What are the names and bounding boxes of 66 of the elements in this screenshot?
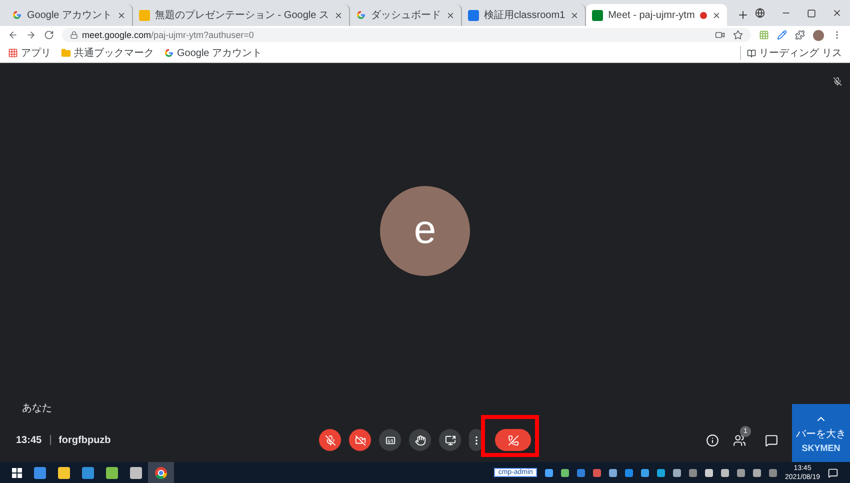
- bookmark-link[interactable]: アプリ: [8, 46, 51, 60]
- captions-icon: [384, 434, 396, 446]
- microphone-off-icon: [324, 434, 336, 446]
- phone-icon: [508, 434, 518, 446]
- browser-tab[interactable]: Meet - paj-ujmr-ytm: [586, 4, 727, 26]
- new-tab-icon[interactable]: [736, 9, 749, 21]
- pencil-icon[interactable]: [777, 30, 787, 40]
- meeting-code: forgfbpuzb: [58, 434, 111, 446]
- participant-avatar: e: [380, 186, 470, 276]
- info-icon: [706, 434, 719, 446]
- notification-icon[interactable]: [828, 468, 838, 478]
- close-icon[interactable]: [832, 8, 842, 18]
- slides-icon: [139, 10, 150, 20]
- close-icon[interactable]: [334, 10, 343, 20]
- meeting-time: 13:45: [16, 434, 42, 446]
- app-icon[interactable]: [106, 466, 118, 478]
- google-icon: [164, 48, 174, 58]
- star-icon[interactable]: [733, 30, 743, 40]
- present-button[interactable]: [439, 429, 461, 451]
- app-icon[interactable]: [34, 466, 46, 478]
- avatar-icon[interactable]: [813, 30, 824, 40]
- app-icon[interactable]: [58, 466, 70, 478]
- mic-off-icon: [833, 77, 842, 86]
- lock-icon: [70, 31, 78, 39]
- hand-icon: [414, 434, 426, 446]
- chat-button[interactable]: [765, 434, 778, 446]
- camera-off-icon: [354, 434, 366, 446]
- app-icon[interactable]: [82, 466, 94, 478]
- reading-list-link[interactable]: リーディング リス: [740, 46, 842, 60]
- forward-icon[interactable]: [26, 30, 36, 40]
- skymenu-panel[interactable]: バーを大き SKYMEN: [792, 404, 850, 462]
- back-icon[interactable]: [8, 30, 18, 40]
- taskbar-button[interactable]: [148, 462, 174, 483]
- maximize-icon[interactable]: [807, 8, 816, 18]
- google-icon: [356, 10, 366, 20]
- raise-hand-button[interactable]: [409, 429, 431, 451]
- people-icon: [733, 434, 746, 446]
- apps-icon: [8, 48, 18, 58]
- url-text: meet.google.com/paj-ujmr-ytm?authuser=0: [82, 30, 254, 40]
- microphone-button[interactable]: [319, 429, 341, 451]
- close-icon[interactable]: [570, 10, 580, 20]
- windows-icon[interactable]: [12, 468, 22, 478]
- extensions-icon[interactable]: [795, 30, 805, 40]
- bookmark-link[interactable]: Google アカウント: [164, 46, 262, 60]
- browser-icon: [155, 466, 167, 478]
- panel-label: バーを大き: [796, 428, 846, 441]
- profile-icon[interactable]: [755, 8, 765, 18]
- panel-brand: SKYMEN: [802, 443, 840, 453]
- reload-icon[interactable]: [44, 30, 54, 40]
- close-icon[interactable]: [117, 10, 126, 20]
- folder-icon: [61, 48, 71, 58]
- google-icon: [12, 10, 22, 20]
- captions-button[interactable]: [379, 429, 401, 451]
- camera-button[interactable]: [349, 429, 371, 451]
- app-icon[interactable]: [130, 466, 142, 478]
- screen-share-icon: [444, 434, 456, 446]
- book-icon: [747, 48, 756, 58]
- close-icon[interactable]: [712, 10, 721, 20]
- chat-icon: [765, 434, 778, 446]
- info-button[interactable]: [706, 434, 719, 446]
- hang-up-button[interactable]: [495, 429, 531, 451]
- classroom-icon: [468, 10, 479, 20]
- bookmark-link[interactable]: 共通ブックマーク: [61, 46, 154, 60]
- close-icon[interactable]: [446, 10, 455, 20]
- participant-name: あなた: [22, 402, 52, 415]
- address-bar[interactable]: meet.google.com/paj-ujmr-ytm?authuser=0: [62, 28, 751, 42]
